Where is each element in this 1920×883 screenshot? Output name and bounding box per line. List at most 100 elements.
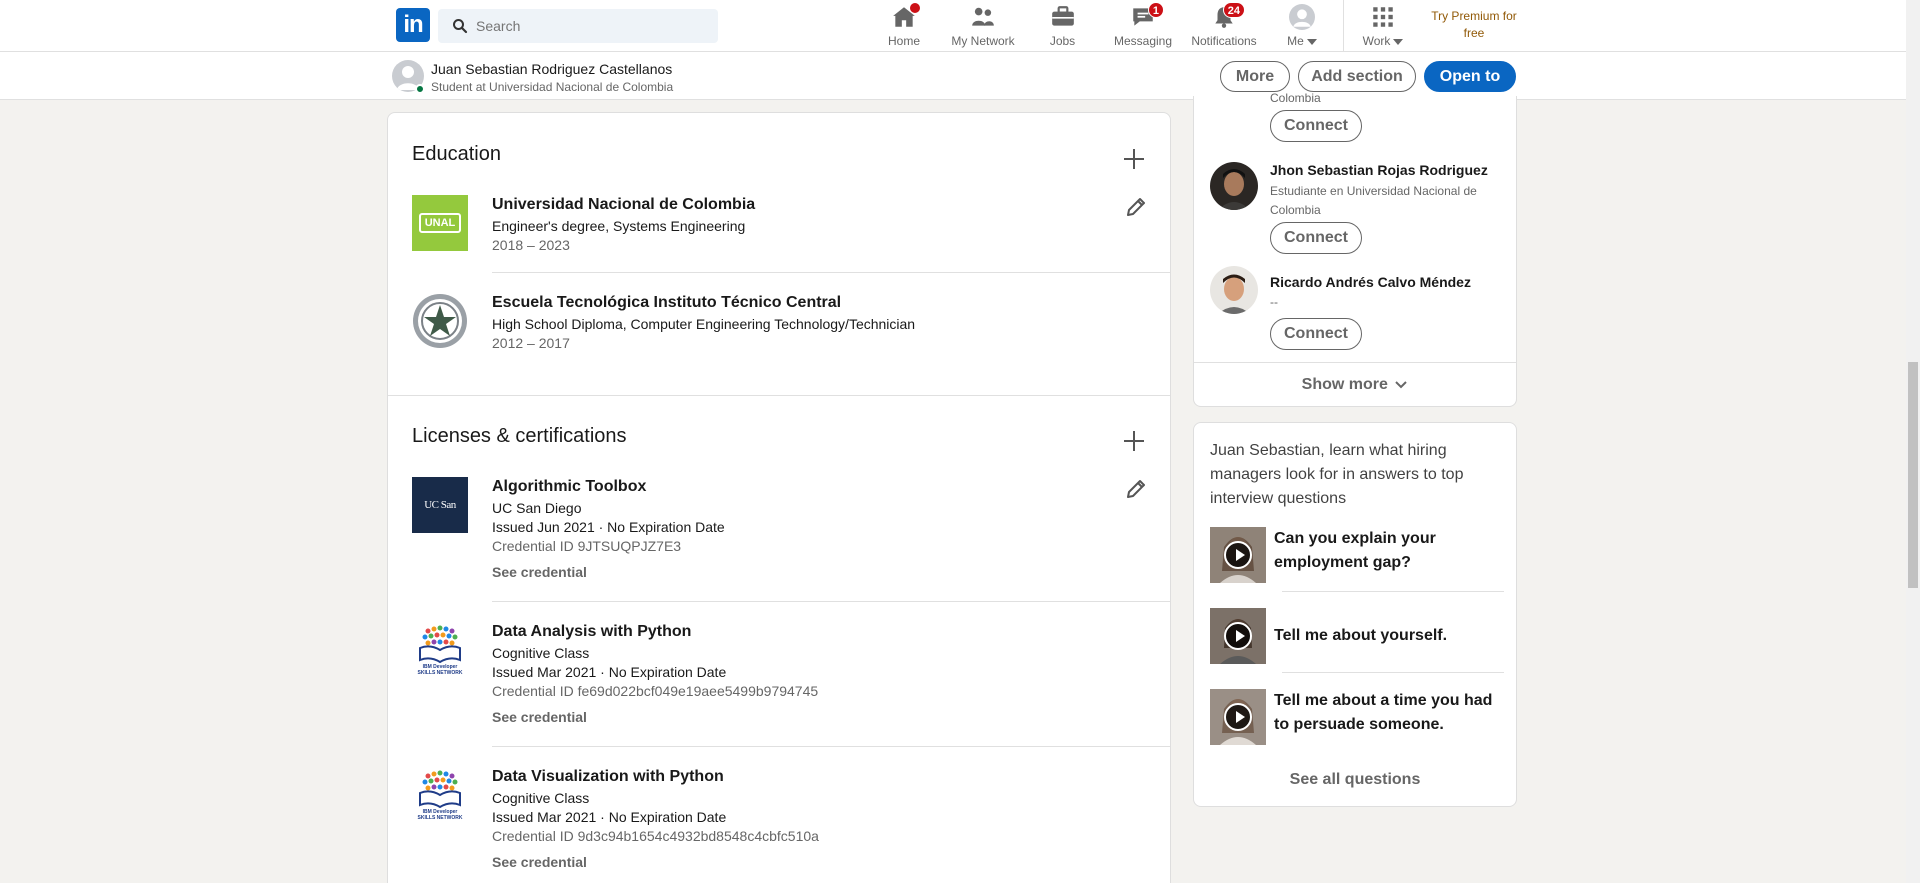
grid-icon xyxy=(1370,4,1396,30)
play-icon xyxy=(1224,622,1252,650)
ibm-skills-network-logo[interactable]: IBM Developer SKILLS NETWORK xyxy=(412,767,468,823)
person-headline: -- xyxy=(1270,295,1278,309)
section-separator xyxy=(388,395,1170,396)
nav-jobs[interactable]: Jobs xyxy=(1040,0,1085,52)
licenses-title: Licenses & certifications xyxy=(412,425,627,447)
separator xyxy=(492,272,1170,273)
separator xyxy=(1282,672,1504,673)
nav-work-label: Work xyxy=(1362,34,1391,48)
messaging-icon: 1 xyxy=(1130,2,1164,30)
separator xyxy=(1282,591,1504,592)
see-credential-link[interactable]: See credential xyxy=(492,564,587,580)
license-issued: Issued Jun 2021 · No Expiration Date xyxy=(492,519,725,535)
global-nav: in Home My Network Jobs 1 Messaging 2 xyxy=(0,0,1906,52)
profile-headline: Student at Universidad Nacional de Colom… xyxy=(431,80,674,94)
interview-prep-card: Juan Sebastian, learn what hiring manage… xyxy=(1193,422,1517,807)
play-icon xyxy=(1224,541,1252,569)
nav-work[interactable]: Work xyxy=(1358,0,1408,52)
person-avatar[interactable] xyxy=(1210,266,1258,314)
video-thumbnail xyxy=(1210,689,1266,745)
search-icon xyxy=(453,19,468,34)
education-dates: 2018 – 2023 xyxy=(492,237,570,253)
interview-question[interactable]: Can you explain your employment gap? xyxy=(1210,527,1510,583)
show-more-button[interactable]: Show more xyxy=(1194,362,1516,406)
nav-messaging-label: Messaging xyxy=(1113,34,1173,48)
unal-logo-text: UNAL xyxy=(418,213,462,233)
nav-notifications[interactable]: 24 Notifications xyxy=(1184,0,1264,52)
license-name[interactable]: Data Analysis with Python xyxy=(492,623,691,641)
ibm-logo-caption: IBM Developer SKILLS NETWORK xyxy=(417,809,463,821)
bell-icon: 24 xyxy=(1211,2,1245,30)
home-dot-badge xyxy=(909,2,921,14)
license-issuer: Cognitive Class xyxy=(492,645,590,661)
edit-pencil-icon[interactable] xyxy=(1124,195,1148,219)
partial-headline: Colombia xyxy=(1270,91,1321,105)
linkedin-logo[interactable]: in xyxy=(396,8,430,42)
search-box[interactable] xyxy=(438,9,718,43)
interview-question[interactable]: Tell me about a time you had to persuade… xyxy=(1210,689,1510,745)
license-issuer: Cognitive Class xyxy=(492,790,590,806)
see-credential-link[interactable]: See credential xyxy=(492,854,587,870)
school-seal-logo[interactable] xyxy=(412,293,468,349)
education-school[interactable]: Escuela Tecnológica Instituto Técnico Ce… xyxy=(492,294,841,312)
connect-button[interactable]: Connect xyxy=(1270,222,1362,254)
connect-button[interactable]: Connect xyxy=(1270,318,1362,350)
people-also-viewed-card: Colombia Connect Jhon Sebastian Rojas Ro… xyxy=(1193,91,1517,407)
question-text: Tell me about a time you had to persuade… xyxy=(1274,692,1493,733)
license-issued: Issued Mar 2021 · No Expiration Date xyxy=(492,664,727,680)
nav-home-label: Home xyxy=(887,34,920,48)
see-all-questions-link[interactable]: See all questions xyxy=(1194,771,1516,789)
license-entry: UC San Diego Algorithmic Toolbox UC San … xyxy=(388,475,1170,595)
license-entry: IBM Developer SKILLS NETWORK Data Visual… xyxy=(388,765,1170,883)
person-name[interactable]: Ricardo Andrés Calvo Méndez xyxy=(1270,274,1471,290)
nav-divider xyxy=(1343,0,1344,52)
nav-messaging[interactable]: 1 Messaging xyxy=(1108,0,1178,52)
person-name[interactable]: Jhon Sebastian Rojas Rodriguez xyxy=(1270,162,1488,178)
education-dates: 2012 – 2017 xyxy=(492,335,570,351)
education-entry: Escuela Tecnológica Instituto Técnico Ce… xyxy=(388,291,1170,381)
video-thumbnail xyxy=(1210,527,1266,583)
nav-notifications-label: Notifications xyxy=(1191,34,1257,48)
scrollbar-thumb[interactable] xyxy=(1908,362,1918,588)
unal-logo[interactable]: UNAL xyxy=(412,195,468,251)
ucsd-logo[interactable]: UC San Diego xyxy=(412,477,468,567)
try-premium-link[interactable]: Try Premium for free xyxy=(1424,8,1524,42)
license-name[interactable]: Algorithmic Toolbox xyxy=(492,478,646,496)
education-degree: Engineer's degree, Systems Engineering xyxy=(492,218,746,234)
nav-home[interactable]: Home xyxy=(880,0,928,52)
interview-question[interactable]: Tell me about yourself. xyxy=(1210,608,1510,664)
video-thumbnail xyxy=(1210,608,1266,664)
play-icon xyxy=(1224,703,1252,731)
license-name[interactable]: Data Visualization with Python xyxy=(492,768,724,786)
online-status-dot xyxy=(415,84,425,94)
more-button[interactable]: More xyxy=(1220,61,1290,92)
question-text: Tell me about yourself. xyxy=(1274,627,1448,644)
separator xyxy=(492,746,1170,747)
license-credential-id: Credential ID 9JTSUQPJZ7E3 xyxy=(492,538,682,554)
education-degree: High School Diploma, Computer Engineerin… xyxy=(492,316,916,332)
person-avatar[interactable] xyxy=(1210,162,1258,210)
interview-intro: Juan Sebastian, learn what hiring manage… xyxy=(1210,442,1464,507)
education-title: Education xyxy=(412,143,501,165)
ibm-skills-network-logo[interactable]: IBM Developer SKILLS NETWORK xyxy=(412,622,468,678)
ibm-logo-caption: IBM Developer SKILLS NETWORK xyxy=(417,664,463,676)
briefcase-icon xyxy=(1050,4,1076,30)
add-education-plus-icon[interactable] xyxy=(1124,149,1144,169)
connect-button[interactable]: Connect xyxy=(1270,110,1362,142)
search-input[interactable] xyxy=(476,9,706,43)
see-credential-link[interactable]: See credential xyxy=(492,709,587,725)
show-more-label: Show more xyxy=(1301,376,1388,393)
notifications-badge: 24 xyxy=(1222,2,1245,18)
edit-pencil-icon[interactable] xyxy=(1124,477,1148,501)
nav-me[interactable]: Me xyxy=(1282,0,1322,52)
caret-down-icon xyxy=(1306,38,1317,45)
add-section-button[interactable]: Add section xyxy=(1298,61,1416,92)
license-issuer: UC San Diego xyxy=(492,500,582,516)
education-school[interactable]: Universidad Nacional de Colombia xyxy=(492,196,755,214)
page-scrollbar[interactable] xyxy=(1906,0,1920,883)
nav-my-network[interactable]: My Network xyxy=(948,0,1018,52)
add-license-plus-icon[interactable] xyxy=(1124,431,1144,451)
chevron-down-icon xyxy=(1395,381,1408,389)
open-to-button[interactable]: Open to xyxy=(1424,61,1516,92)
profile-name: Juan Sebastian Rodriguez Castellanos xyxy=(431,61,673,77)
